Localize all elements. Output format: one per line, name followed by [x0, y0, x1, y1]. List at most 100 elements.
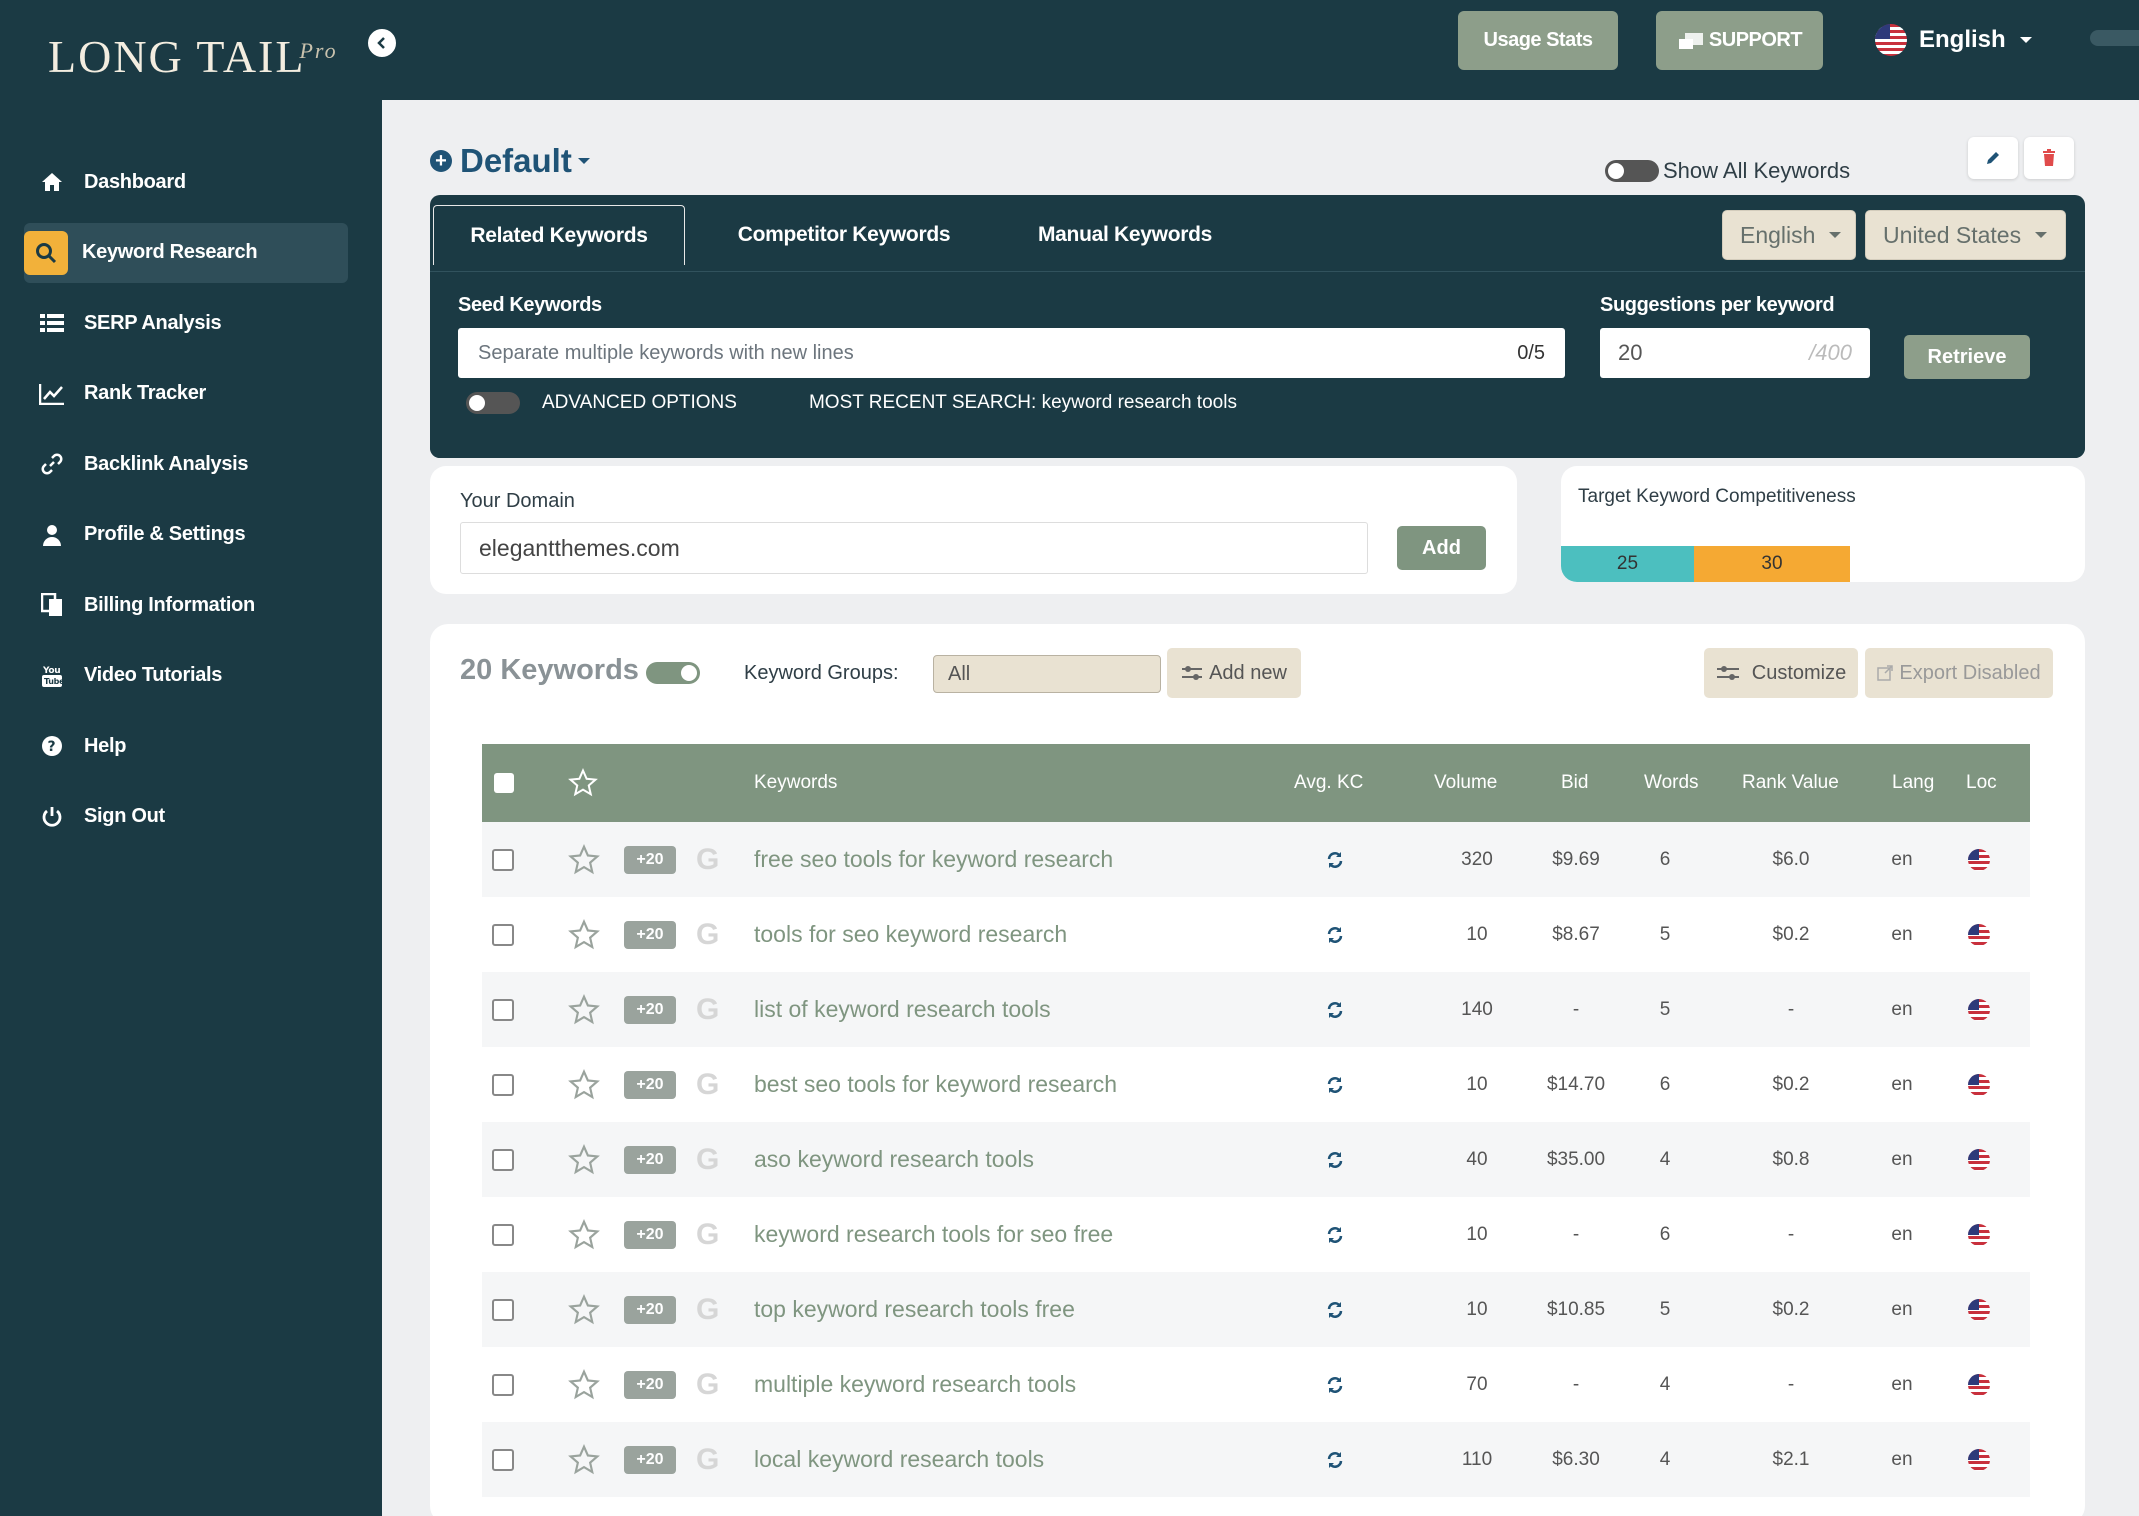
customize-button[interactable]: Customize — [1704, 648, 1858, 698]
google-icon[interactable]: G — [696, 822, 719, 897]
usage-stats-button[interactable]: Usage Stats — [1458, 11, 1618, 70]
lang-column-header[interactable]: Lang — [1892, 744, 1934, 822]
country-select[interactable]: United States — [1865, 210, 2066, 260]
rank-value-column-header[interactable]: Rank Value — [1742, 744, 1839, 822]
show-all-keywords-toggle[interactable]: Show All Keywords — [1605, 158, 1850, 184]
add-domain-button[interactable]: Add — [1397, 526, 1486, 570]
export-disabled-button[interactable]: Export Disabled — [1865, 648, 2053, 698]
loc-column-header[interactable]: Loc — [1966, 744, 1997, 822]
table-row[interactable]: +20 Gkeyword research tools for seo free 1… — [482, 1197, 2030, 1272]
keyword-groups-select[interactable]: All — [933, 655, 1161, 693]
most-recent-search[interactable]: MOST RECENT SEARCH: keyword research too… — [809, 392, 1237, 414]
keyword-text[interactable]: list of keyword research tools — [754, 972, 1051, 1047]
collapse-sidebar-button[interactable] — [366, 27, 398, 59]
row-checkbox[interactable] — [492, 998, 514, 1021]
expand-suggestions-badge[interactable]: +20 — [624, 995, 676, 1024]
refresh-kc-icon[interactable] — [1326, 972, 1344, 1047]
star-icon[interactable] — [568, 972, 600, 1047]
table-row[interactable]: +20 Gmultiple keyword research tools 70 - 4 -… — [482, 1347, 2030, 1422]
keyword-text[interactable]: aso keyword research tools — [754, 1122, 1034, 1197]
table-row[interactable]: +20 Gfree seo tools for keyword research 3… — [482, 822, 2030, 897]
refresh-kc-icon[interactable] — [1326, 822, 1344, 897]
sidebar-item-dashboard[interactable]: Dashboard — [24, 152, 348, 212]
google-icon[interactable]: G — [696, 972, 719, 1047]
refresh-kc-icon[interactable] — [1326, 1422, 1344, 1497]
top-right-toggle[interactable] — [2090, 30, 2139, 46]
favorites-header-icon[interactable] — [568, 744, 598, 822]
expand-suggestions-badge[interactable]: +20 — [624, 845, 676, 874]
star-icon[interactable] — [568, 1197, 600, 1272]
row-checkbox[interactable] — [492, 1148, 514, 1171]
keyword-text[interactable]: top keyword research tools free — [754, 1272, 1075, 1347]
domain-input[interactable]: elegantthemes.com — [460, 522, 1368, 574]
table-row[interactable]: +20 Gtools for seo keyword research 10 $8.6… — [482, 897, 2030, 972]
tab-manual-keywords[interactable]: Manual Keywords — [1005, 205, 1245, 265]
sidebar-item-billing-information[interactable]: Billing Information — [24, 575, 348, 635]
expand-suggestions-badge[interactable]: +20 — [624, 1145, 676, 1174]
star-icon[interactable] — [568, 1272, 600, 1347]
table-row[interactable]: +20 Gaso keyword research tools 40 $35.00 4 $… — [482, 1122, 2030, 1197]
sidebar-item-video-tutorials[interactable]: You Tube Video Tutorials — [24, 646, 348, 706]
refresh-kc-icon[interactable] — [1326, 1047, 1344, 1122]
sidebar-item-rank-tracker[interactable]: Rank Tracker — [24, 364, 348, 424]
table-row[interactable]: +20 Gtop keyword research tools free 10 $10… — [482, 1272, 2030, 1347]
retrieve-button[interactable]: Retrieve — [1904, 335, 2030, 379]
volume-column-header[interactable]: Volume — [1434, 744, 1497, 822]
keyword-text[interactable]: tools for seo keyword research — [754, 897, 1067, 972]
bid-column-header[interactable]: Bid — [1561, 744, 1588, 822]
expand-suggestions-badge[interactable]: +20 — [624, 1220, 676, 1249]
sidebar-item-help[interactable]: ? Help — [24, 716, 348, 776]
tab-related-keywords[interactable]: Related Keywords — [433, 205, 685, 265]
expand-suggestions-badge[interactable]: +20 — [624, 1295, 676, 1324]
row-checkbox[interactable] — [492, 848, 514, 871]
expand-suggestions-badge[interactable]: +20 — [624, 1070, 676, 1099]
refresh-kc-icon[interactable] — [1326, 1122, 1344, 1197]
expand-suggestions-badge[interactable]: +20 — [624, 1370, 676, 1399]
project-selector[interactable]: + Default — [430, 142, 590, 180]
select-all-checkbox[interactable] — [494, 773, 514, 793]
google-icon[interactable]: G — [696, 1047, 719, 1122]
expand-suggestions-badge[interactable]: +20 — [624, 920, 676, 949]
language-select[interactable]: English — [1722, 210, 1856, 260]
row-checkbox[interactable] — [492, 1073, 514, 1096]
table-row[interactable]: +20 Glocal keyword research tools 110 $6.30… — [482, 1422, 2030, 1497]
star-icon[interactable] — [568, 1347, 600, 1422]
row-checkbox[interactable] — [492, 1223, 514, 1246]
keyword-text[interactable]: free seo tools for keyword research — [754, 822, 1113, 897]
star-icon[interactable] — [568, 1122, 600, 1197]
row-checkbox[interactable] — [492, 923, 514, 946]
support-button[interactable]: SUPPORT — [1656, 11, 1823, 70]
sidebar-item-sign-out[interactable]: Sign Out — [24, 787, 348, 847]
refresh-kc-icon[interactable] — [1326, 1347, 1344, 1422]
suggestions-input[interactable]: 20 /400 — [1600, 328, 1870, 378]
edit-project-button[interactable] — [1968, 137, 2018, 179]
advanced-options-toggle[interactable] — [466, 392, 520, 414]
google-icon[interactable]: G — [696, 1197, 719, 1272]
delete-project-button[interactable] — [2024, 137, 2074, 179]
star-icon[interactable] — [568, 1422, 600, 1497]
seed-keywords-input[interactable]: Separate multiple keywords with new line… — [458, 328, 1565, 378]
google-icon[interactable]: G — [696, 1272, 719, 1347]
keywords-column-header[interactable]: Keywords — [754, 744, 837, 822]
avg-kc-column-header[interactable]: Avg. KC — [1294, 744, 1363, 822]
google-icon[interactable]: G — [696, 1347, 719, 1422]
keyword-text[interactable]: best seo tools for keyword research — [754, 1047, 1117, 1122]
tab-competitor-keywords[interactable]: Competitor Keywords — [720, 205, 968, 265]
row-checkbox[interactable] — [492, 1448, 514, 1471]
keyword-text[interactable]: local keyword research tools — [754, 1422, 1044, 1497]
keyword-text[interactable]: multiple keyword research tools — [754, 1347, 1076, 1422]
keywords-toggle[interactable] — [646, 662, 700, 684]
refresh-kc-icon[interactable] — [1326, 1272, 1344, 1347]
google-icon[interactable]: G — [696, 897, 719, 972]
refresh-kc-icon[interactable] — [1326, 1197, 1344, 1272]
google-icon[interactable]: G — [696, 1122, 719, 1197]
expand-suggestions-badge[interactable]: +20 — [624, 1445, 676, 1474]
google-icon[interactable]: G — [696, 1422, 719, 1497]
add-project-icon[interactable]: + — [430, 150, 452, 172]
row-checkbox[interactable] — [492, 1298, 514, 1321]
table-row[interactable]: +20 Glist of keyword research tools 140 - 5 -… — [482, 972, 2030, 1047]
sidebar-item-backlink-analysis[interactable]: Backlink Analysis — [24, 434, 348, 494]
row-checkbox[interactable] — [492, 1373, 514, 1396]
toggle-switch[interactable] — [1605, 160, 1659, 182]
sidebar-item-serp-analysis[interactable]: SERP Analysis — [24, 293, 348, 353]
